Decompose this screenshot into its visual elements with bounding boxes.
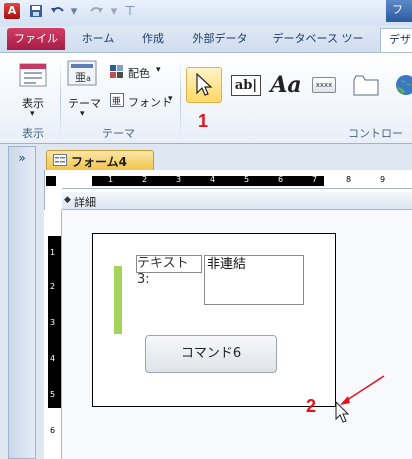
vruler-tick-label: 4	[50, 354, 56, 363]
hruler-tick-label: 9	[380, 175, 386, 184]
vruler-tick-label: 5	[50, 390, 56, 399]
pointer-arrow-icon	[196, 73, 213, 96]
group-divider	[180, 59, 181, 141]
unbound-textbox-control[interactable]: 非連結	[204, 255, 304, 305]
vertical-ruler[interactable]: 1 2 3 4 5 6	[44, 210, 62, 459]
tab-external-data[interactable]: 外部データ	[190, 28, 250, 50]
title-bar: A ▾ ▾ ⊤ フ	[0, 0, 412, 26]
tab-control-button[interactable]	[348, 67, 384, 103]
document-tab-label: フォーム4	[71, 155, 127, 169]
contextual-title-tab: フ	[386, 0, 412, 22]
theme-icon[interactable]: 亜a	[66, 59, 98, 87]
fonts-button-label[interactable]: フォント	[128, 94, 172, 110]
button-control-button[interactable]: xxxx	[306, 67, 342, 103]
insertion-indicator-bar	[114, 266, 122, 334]
themes-group-label: テーマ	[102, 127, 135, 140]
customize-toolbar-icon[interactable]: ⊤	[122, 4, 138, 20]
document-tab-form4[interactable]: フォーム4	[46, 150, 154, 170]
theme-dropdown-icon[interactable]: ▾	[80, 109, 85, 119]
button-control-icon: xxxx	[311, 77, 337, 93]
hruler-tick-label: 3	[176, 175, 182, 184]
form-icon	[53, 154, 67, 166]
annotation-marker-2: 2	[306, 396, 317, 416]
vruler-tick-label: 6	[50, 426, 56, 435]
tab-database-tools[interactable]: データベース ツール	[268, 28, 368, 67]
navigation-pane-collapsed[interactable]: »	[8, 146, 36, 459]
tab-design[interactable]: デザ	[380, 28, 412, 52]
colors-button-label[interactable]: 配色	[128, 65, 150, 81]
vruler-tick-label: 2	[50, 282, 56, 291]
colors-dropdown-icon[interactable]: ▾	[156, 65, 161, 75]
textbox-label-control[interactable]: テキスト3:	[136, 255, 202, 287]
hruler-tick-label: 5	[244, 175, 250, 184]
access-app-icon[interactable]: A	[4, 3, 20, 19]
textbox-control-button[interactable]: ab|	[228, 67, 264, 103]
annotation-marker-1: 1	[198, 111, 209, 131]
select-pointer-button[interactable]	[186, 67, 222, 103]
ribbon-panel: 表示 ▾ 表示 亜a テーマ ▾ 配色 ▾ 亜 フォント ▾ テーマ ab| A…	[0, 52, 412, 156]
detail-section-label: 詳細	[74, 196, 96, 209]
form-selector-box[interactable]	[46, 176, 56, 186]
hruler-tick-label: 4	[210, 175, 216, 184]
hruler-tick-label: 6	[278, 175, 284, 184]
resize-cursor-icon	[335, 400, 350, 423]
colors-icon[interactable]	[110, 65, 124, 79]
fonts-icon[interactable]: 亜	[110, 93, 124, 107]
command-button-control[interactable]: コマンド6	[145, 335, 277, 373]
hyperlink-control-button[interactable]	[388, 67, 412, 103]
tab-create[interactable]: 作成	[138, 28, 168, 50]
redo-icon[interactable]	[88, 4, 104, 20]
undo-dropdown-icon[interactable]: ▾	[66, 4, 82, 20]
hruler-tick-label: 7	[312, 175, 318, 184]
vruler-tick-label: 3	[50, 318, 56, 327]
hruler-tick-label: 1	[108, 175, 114, 184]
globe-icon	[396, 75, 412, 95]
fonts-dropdown-icon[interactable]: ▾	[168, 94, 173, 104]
horizontal-ruler[interactable]: 1 2 3 4 5 6 7 8 9	[62, 174, 412, 189]
view-dropdown-icon[interactable]: ▾	[30, 109, 35, 119]
views-group-label: 表示	[22, 127, 44, 140]
detail-section-header[interactable]: ◆ 詳細	[62, 192, 412, 210]
ribbon-tab-row: ファイル ホーム 作成 外部データ データベース ツール デザ	[0, 26, 412, 67]
tab-home[interactable]: ホーム	[80, 28, 116, 50]
label-control-button[interactable]: Aa	[268, 67, 304, 103]
vruler-tick-label: 1	[50, 248, 56, 257]
section-collapse-icon[interactable]: ◆	[64, 195, 71, 205]
hruler-tick-label: 2	[142, 175, 148, 184]
textbox-control-icon: ab|	[230, 74, 262, 96]
svg-text:亜: 亜	[112, 96, 121, 107]
ruler-selected-range	[92, 176, 324, 186]
undo-icon[interactable]	[50, 4, 66, 20]
svg-text:a: a	[86, 74, 91, 83]
redo-dropdown-icon[interactable]: ▾	[106, 4, 122, 20]
tab-control-icon	[353, 75, 379, 96]
save-icon[interactable]	[28, 4, 44, 20]
group-divider	[60, 59, 61, 141]
tab-file[interactable]: ファイル	[7, 28, 65, 50]
svg-text:亜: 亜	[75, 71, 86, 84]
expand-nav-pane-icon[interactable]: »	[9, 151, 35, 165]
view-icon[interactable]	[18, 61, 48, 91]
hruler-tick-label: 8	[346, 175, 352, 184]
label-control-icon: Aa	[270, 72, 302, 98]
